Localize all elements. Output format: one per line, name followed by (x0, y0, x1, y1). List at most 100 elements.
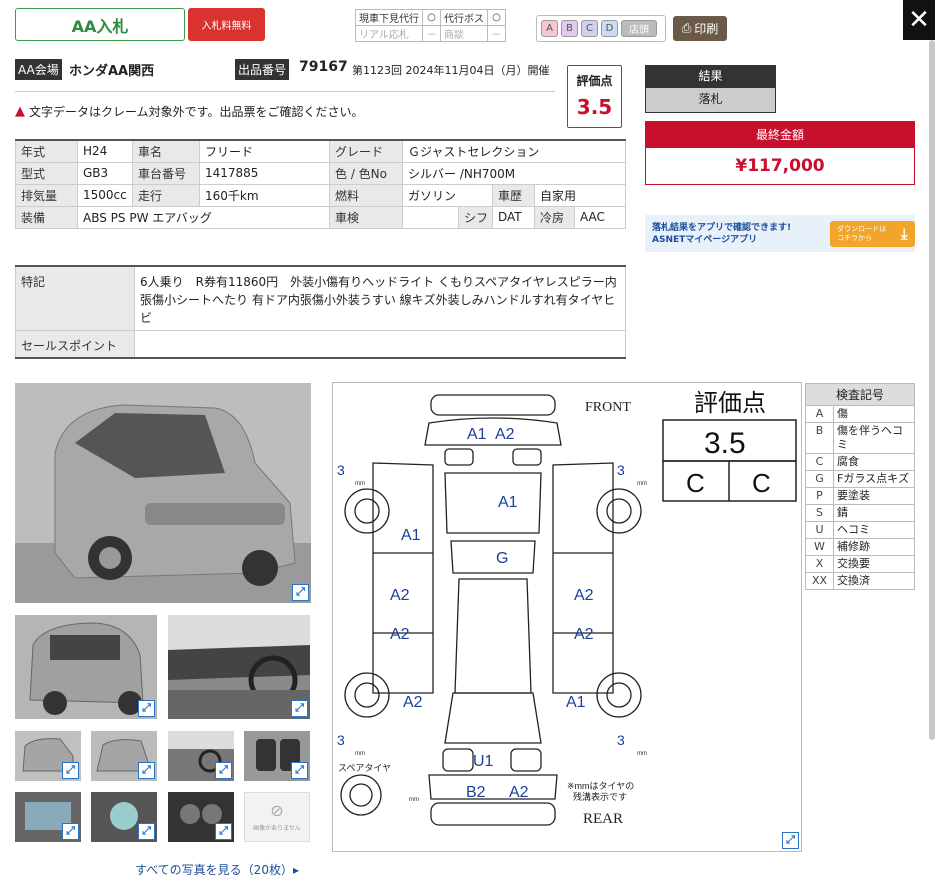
car-rear-photo[interactable]: ⤢ (15, 615, 157, 719)
damage-mark: A2 (509, 784, 529, 801)
close-icon[interactable]: ✕ (903, 0, 935, 40)
final-price-label: 最終金額 (646, 122, 914, 148)
expand-icon[interactable]: ⤢ (291, 762, 308, 779)
thumbnail-photo[interactable]: ⤢ (91, 731, 157, 781)
grade-card-score: 3.5 (704, 427, 746, 460)
spec-value: AAC (573, 205, 627, 229)
thumbnail-photo[interactable]: ⤢ (15, 731, 81, 781)
notes-table: 特記 6人乗り R券有11860円 外装小傷有りヘッドライト くもりスペアタイヤ… (15, 265, 626, 359)
thumbnail-photo[interactable]: ⤢ (168, 792, 234, 842)
notes-value: 6人乗り R券有11860円 外装小傷有りヘッドライト くもりスペアタイヤレスピ… (134, 265, 626, 331)
damage-mark: B2 (466, 784, 486, 801)
code-key: X (805, 555, 834, 573)
print-button[interactable]: ⎙ 印刷 (673, 16, 727, 41)
sales-point-value (134, 329, 626, 359)
no-photo-text: 画像がありません (253, 825, 301, 832)
code-key: B (805, 422, 834, 454)
code-key: S (805, 504, 834, 522)
spec-value: ABS PS PW エアバッグ (77, 205, 330, 229)
expand-icon[interactable]: ⤢ (138, 762, 155, 779)
expand-icon[interactable]: ⤢ (215, 823, 232, 840)
divider (15, 91, 555, 92)
interior-grade: C (686, 468, 705, 498)
notes-header: 特記 (15, 265, 135, 331)
service-label: 現車下見代行 (355, 9, 423, 26)
scrollbar[interactable] (929, 40, 935, 740)
final-price-box: 最終金額 ¥117,000 (645, 121, 915, 185)
spec-header: 車検 (329, 205, 403, 229)
tread-note: 残溝表示です (573, 791, 627, 802)
expand-icon[interactable]: ⤢ (62, 823, 79, 840)
download-button[interactable]: ダウンロードは コチラから ⤓ (829, 220, 915, 247)
legend-badge-store: 店頭 (621, 20, 657, 37)
app-banner-line1: 落札結果をアプリで確認できます! (652, 222, 792, 233)
download-line2: コチラから (837, 233, 873, 242)
venue-tag: AA会場 (15, 59, 62, 80)
tread-depth: 3 (337, 732, 345, 748)
service-label: 代行ボス (440, 9, 488, 26)
main-car-photo[interactable]: ⤢ (15, 383, 311, 603)
damage-mark: A1 (467, 426, 487, 443)
service-label: リアル応札 (355, 25, 423, 42)
thumbnail-photo[interactable]: ⤢ (15, 792, 81, 842)
result-box: 結果 落札 (645, 65, 776, 113)
spec-header: 排気量 (15, 183, 78, 207)
grade-card-title: 評価点 (694, 390, 766, 417)
print-button-label: 印刷 (694, 22, 719, 36)
spec-header: 車歴 (492, 183, 535, 207)
damage-mark: A2 (574, 626, 594, 643)
app-banner[interactable]: 落札結果をアプリで確認できます! ASNETマイページアプリ ダウンロードは コ… (645, 215, 915, 252)
condition-legend: A B C D 店頭 (536, 15, 666, 42)
tread-depth: 3 (617, 462, 625, 478)
claim-warning: ▲ 文字データはクレーム対象外です。出品票をご確認ください。 (15, 103, 363, 120)
car-interior-photo[interactable]: ⤢ (168, 615, 310, 719)
spec-header: 装備 (15, 205, 78, 229)
warning-text: 文字データはクレーム対象外です。出品票をご確認ください。 (29, 105, 364, 119)
tread-depth: 3 (617, 732, 625, 748)
tread-depth: 3 (337, 462, 345, 478)
free-bid-fee-badge: 入札料無料 (188, 8, 265, 41)
mm-label: mm (355, 751, 365, 757)
service-mark: ○ (422, 9, 441, 26)
download-icon: ⤓ (900, 224, 908, 243)
code-desc: 錆 (833, 504, 915, 522)
vehicle-spec-table: 年式 H24 車名 フリード グレード Ｇジャストセレクション 型式 GB3 車… (15, 139, 627, 229)
thumbnail-photo[interactable]: ⤢ (91, 792, 157, 842)
expand-icon[interactable]: ⤢ (215, 762, 232, 779)
legend-badge-c: C (581, 20, 598, 37)
service-mark: － (422, 25, 441, 42)
code-key: W (805, 538, 834, 556)
spec-header: 燃料 (329, 183, 403, 207)
all-photos-link[interactable]: すべての写真を見る（20枚）▸ (135, 861, 299, 878)
no-camera-icon: ⊘ (270, 801, 284, 820)
code-legend-title: 検査記号 (805, 383, 915, 406)
damage-mark: A2 (403, 694, 423, 711)
damage-mark: A2 (574, 587, 594, 604)
service-table: 現車下見代行 ○ 代行ボス ○ リアル応札 － 商談 － (355, 9, 506, 42)
aa-bid-button[interactable]: AA入札 (15, 8, 185, 41)
spec-value: 160千km (199, 183, 330, 207)
thumbnail-photo[interactable]: ⤢ (244, 731, 310, 781)
sales-point-header: セールスポイント (15, 329, 135, 359)
mm-label: mm (409, 797, 419, 803)
expand-icon[interactable]: ⤢ (138, 700, 155, 717)
expand-icon[interactable]: ⤢ (292, 584, 309, 601)
code-desc: 傷を伴うヘコミ (833, 422, 915, 454)
damage-mark: A2 (495, 426, 515, 443)
venue-name: ホンダAA関西 (69, 64, 155, 79)
car-interior-photo-art (168, 615, 310, 719)
mm-label: mm (637, 481, 647, 487)
expand-icon[interactable]: ⤢ (291, 700, 308, 717)
code-desc: ヘコミ (833, 521, 915, 539)
thumbnail-photo[interactable]: ⤢ (168, 731, 234, 781)
grade-card: 評価点 3.5 C C (662, 390, 797, 502)
legend-badge-d: D (601, 20, 618, 37)
expand-icon[interactable]: ⤢ (782, 832, 799, 849)
expand-icon[interactable]: ⤢ (62, 762, 79, 779)
spec-value: H24 (77, 139, 133, 163)
expand-icon[interactable]: ⤢ (138, 823, 155, 840)
code-desc: 交換要 (833, 555, 915, 573)
front-label: FRONT (585, 400, 631, 415)
spec-value: GB3 (77, 161, 133, 185)
code-key: A (805, 405, 834, 423)
